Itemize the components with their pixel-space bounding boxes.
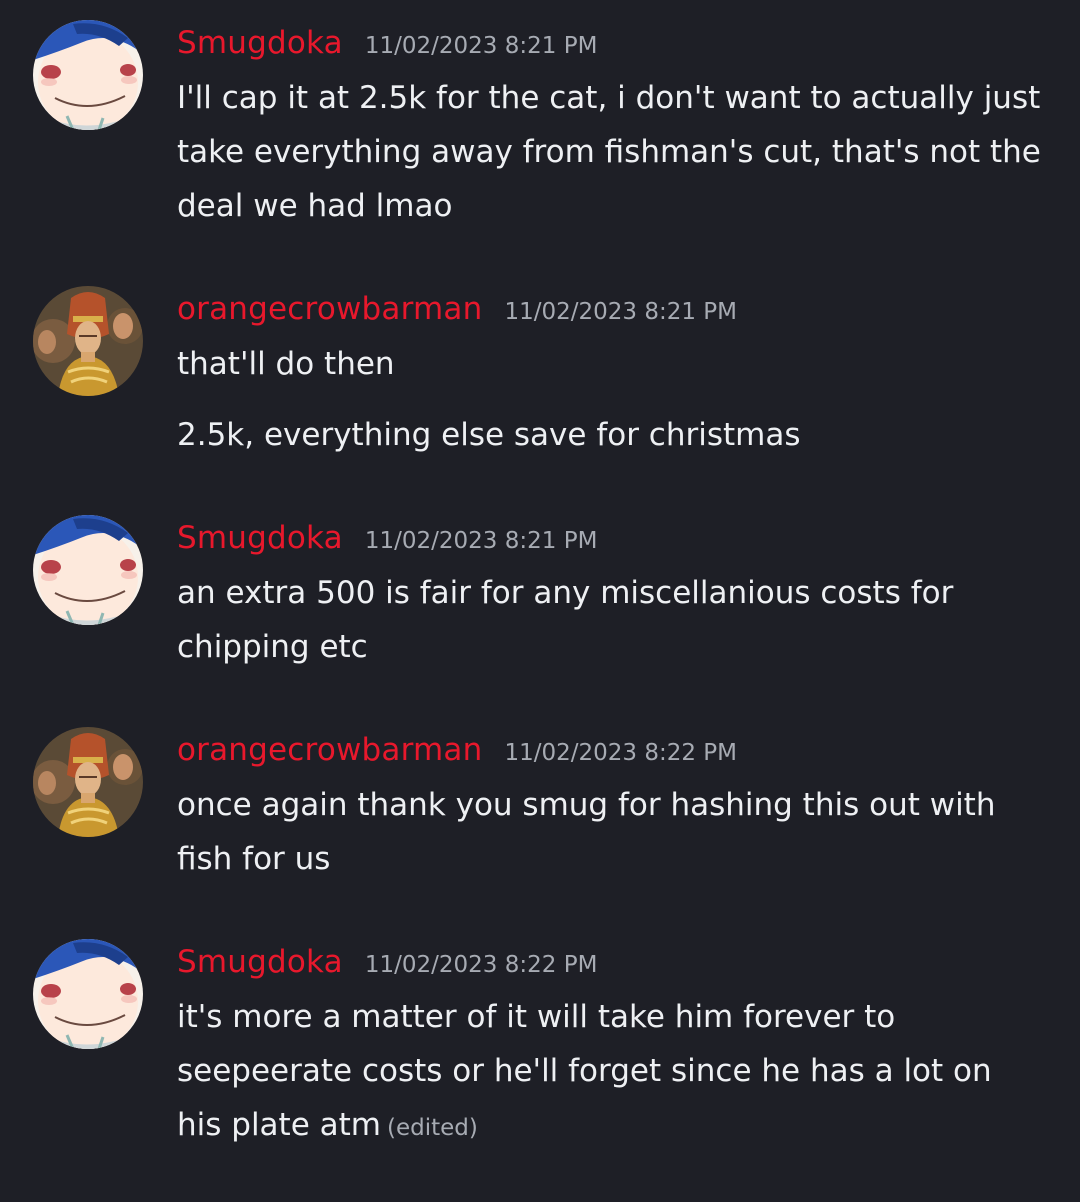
pharaoh-painting-avatar-image [33, 727, 143, 837]
username[interactable]: Smugdoka [177, 520, 343, 556]
message-text: once again thank you smug for hashing th… [177, 787, 996, 823]
message-text: chipping etc [177, 629, 368, 665]
username[interactable]: orangecrowbarman [177, 732, 482, 768]
message-text-last-line: his plate atm (edited) [177, 1098, 1057, 1155]
timestamp: 11/02/2023 8:21 PM [364, 528, 598, 554]
avatar[interactable] [33, 515, 143, 625]
edited-label: (edited) [386, 1115, 478, 1141]
chat-message-list: Smugdoka 11/02/2023 8:21 PM I'll cap it a… [0, 0, 1080, 1202]
message-header: Smugdoka 11/02/2023 8:22 PM [177, 944, 597, 988]
timestamp: 11/02/2023 8:21 PM [504, 299, 738, 325]
message-text: I'll cap it at 2.5k for the cat, i don't… [177, 80, 1041, 116]
timestamp: 11/02/2023 8:22 PM [504, 740, 738, 766]
anime-character-blue-hat-avatar-image [33, 515, 143, 625]
timestamp: 11/02/2023 8:21 PM [364, 33, 598, 59]
message-header: Smugdoka 11/02/2023 8:21 PM [177, 520, 597, 564]
anime-character-blue-hat-avatar-image [33, 939, 143, 1049]
message-text: seepeerate costs or he'll forget since h… [177, 1053, 992, 1089]
message-text: deal we had lmao [177, 188, 453, 224]
username[interactable]: Smugdoka [177, 944, 343, 980]
username[interactable]: orangecrowbarman [177, 291, 482, 327]
avatar[interactable] [33, 727, 143, 837]
avatar[interactable] [33, 286, 143, 396]
username[interactable]: Smugdoka [177, 25, 343, 61]
message-text: an extra 500 is fair for any miscellanio… [177, 575, 954, 611]
message-text: fish for us [177, 841, 331, 877]
message-text: it's more a matter of it will take him f… [177, 999, 896, 1035]
timestamp: 11/02/2023 8:22 PM [364, 952, 598, 978]
message-text: his plate atm [177, 1107, 381, 1143]
message-header: Smugdoka 11/02/2023 8:21 PM [177, 25, 597, 69]
avatar[interactable] [33, 20, 143, 130]
message-text: 2.5k, everything else save for christmas [177, 417, 801, 453]
avatar[interactable] [33, 939, 143, 1049]
message-text: that'll do then [177, 346, 395, 382]
message-header: orangecrowbarman 11/02/2023 8:21 PM [177, 291, 737, 335]
message-text: take everything away from fishman's cut,… [177, 134, 1041, 170]
pharaoh-painting-avatar-image [33, 286, 143, 396]
anime-character-blue-hat-avatar-image [33, 20, 143, 130]
message-header: orangecrowbarman 11/02/2023 8:22 PM [177, 732, 737, 776]
